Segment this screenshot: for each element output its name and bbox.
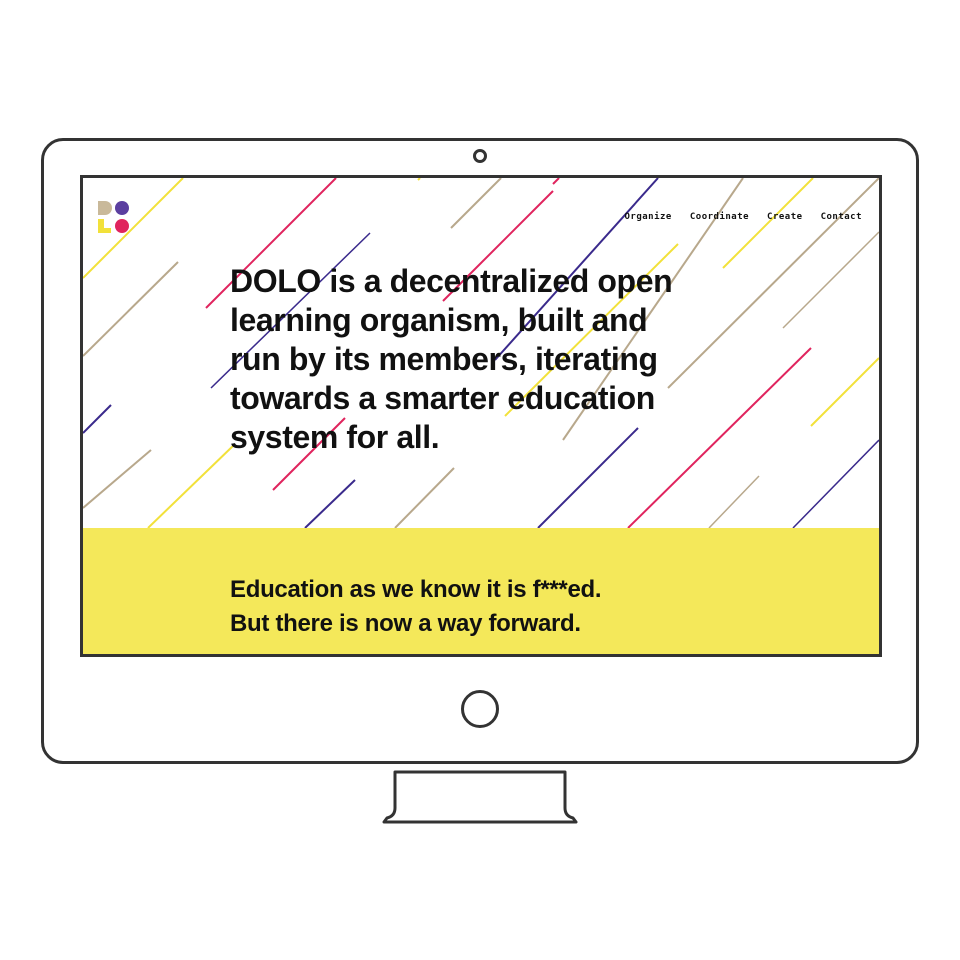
nav-link-contact[interactable]: Contact xyxy=(821,212,862,222)
main-nav: Organize Coordinate Create Contact xyxy=(625,212,863,222)
hero-line: run by its members, iterating xyxy=(230,341,658,377)
nav-link-organize[interactable]: Organize xyxy=(625,212,672,222)
tagline-line-1: Education as we know it is f***ed. xyxy=(230,576,602,603)
nav-link-coordinate[interactable]: Coordinate xyxy=(690,212,749,222)
hero-line: DOLO is a decentralized open xyxy=(230,263,673,299)
camera-icon xyxy=(473,149,487,163)
hero-line: system for all. xyxy=(230,419,440,455)
nav-link-create[interactable]: Create xyxy=(767,212,803,222)
hero-line: towards a smarter education xyxy=(230,380,655,416)
tagline-line-2: But there is now a way forward. xyxy=(230,610,581,637)
website-screen: Organize Coordinate Create Contact DOLO … xyxy=(80,175,882,657)
hero-line: learning organism, built and xyxy=(230,302,648,338)
tagline-band: Education as we know it is f***ed. But t… xyxy=(83,528,879,654)
dolo-logo-icon[interactable] xyxy=(96,199,132,235)
monitor-stand xyxy=(382,770,578,824)
home-button-icon xyxy=(461,690,499,728)
hero-headline: DOLO is a decentralized open learning or… xyxy=(230,262,750,457)
